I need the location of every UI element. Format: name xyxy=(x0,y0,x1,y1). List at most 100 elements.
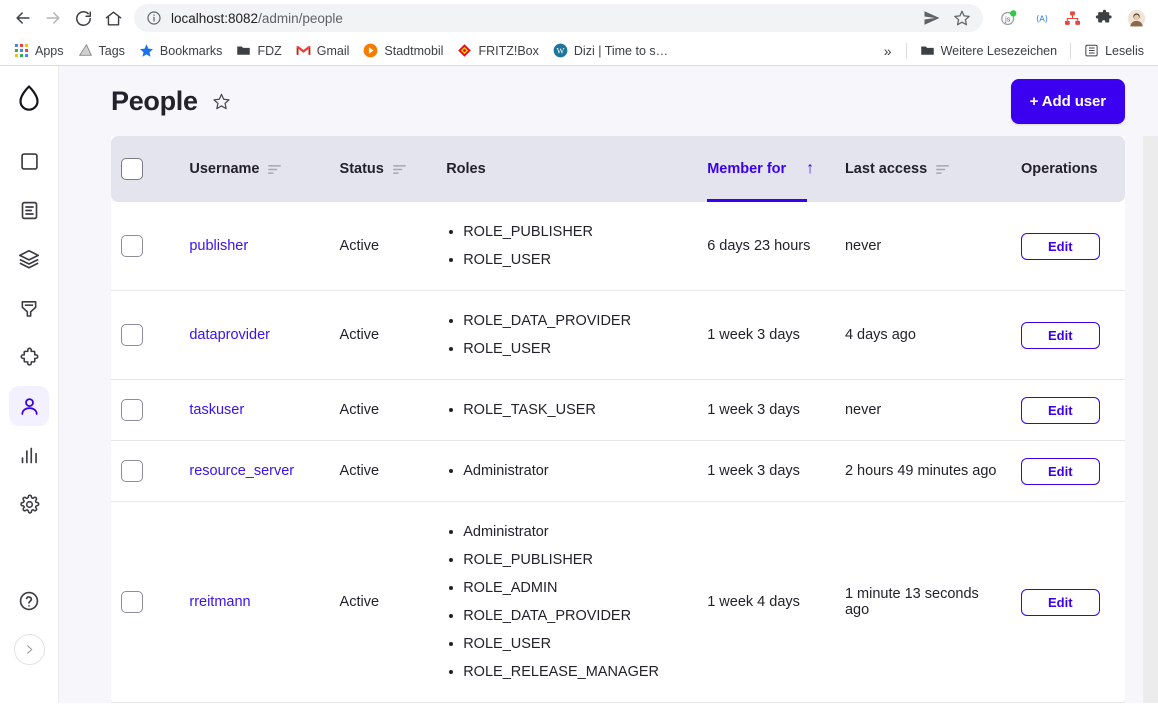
sidebar-item-configuration[interactable] xyxy=(9,484,49,524)
roles-list: Administrator xyxy=(446,457,687,485)
main-region: People + Add user Username Status Roles … xyxy=(59,66,1158,703)
url-path: /admin/people xyxy=(258,10,343,26)
puzzle-icon xyxy=(20,347,38,366)
sort-icon[interactable] xyxy=(392,164,407,175)
reload-button[interactable] xyxy=(68,3,98,33)
table-row: taskuser Active ROLE_TASK_USER 1 week 3 day… xyxy=(111,379,1125,441)
home-button[interactable] xyxy=(98,3,128,33)
row-checkbox[interactable] xyxy=(121,591,143,613)
bookmark-apps[interactable]: Apps xyxy=(7,40,71,61)
bookmark-label: Dizi | Time to s… xyxy=(573,43,669,58)
content-scroll-area[interactable]: Username Status Roles Member for ↑ Last … xyxy=(59,136,1158,703)
status-cell: Active xyxy=(329,440,437,502)
role-item: ROLE_ADMIN xyxy=(446,574,687,602)
username-link[interactable]: publisher xyxy=(189,238,248,254)
bookmarks-overflow-button[interactable]: » xyxy=(876,40,900,62)
apps-grid-icon xyxy=(14,43,29,58)
sitemap-extension-icon[interactable] xyxy=(1063,9,1082,28)
sidebar-item-help[interactable] xyxy=(9,581,49,621)
sidebar-expand-button[interactable] xyxy=(13,634,45,665)
reload-icon xyxy=(75,10,91,26)
bookmark-leseliste[interactable]: Leselis xyxy=(1077,40,1151,61)
th-last-access[interactable]: Last access xyxy=(834,136,1012,202)
operations-cell: Edit xyxy=(1011,440,1125,502)
th-member-for-label: Member for xyxy=(707,161,787,177)
bookmark-fritzbox[interactable]: FRITZ!Box xyxy=(450,40,545,61)
sort-icon[interactable] xyxy=(267,164,282,175)
edit-button[interactable]: Edit xyxy=(1021,396,1100,424)
share-icon[interactable] xyxy=(923,9,941,27)
back-button[interactable] xyxy=(8,3,38,33)
address-bar[interactable]: localhost:8082/admin/people xyxy=(134,4,983,32)
sidebar-item-people[interactable] xyxy=(9,386,49,426)
bookmark-label: Gmail xyxy=(316,43,350,58)
role-item: Administrator xyxy=(446,457,687,485)
username-link[interactable]: rreitmann xyxy=(189,594,250,610)
sidebar-item-extend[interactable] xyxy=(9,288,49,328)
username-cell: dataprovider xyxy=(179,290,330,380)
bookmark-label: Weitere Lesezeichen xyxy=(940,43,1058,58)
role-item: ROLE_USER xyxy=(446,335,687,363)
sidebar-item-reports[interactable] xyxy=(9,435,49,475)
puzzle-extensions-icon[interactable] xyxy=(1095,9,1114,28)
bookmark-stadtmobil[interactable]: Stadtmobil xyxy=(356,40,450,61)
bookmark-bookmarks[interactable]: Bookmarks xyxy=(132,40,230,61)
extend-icon xyxy=(21,300,37,317)
sidebar-item-appearance[interactable] xyxy=(9,239,49,279)
bookmark-fdz[interactable]: FDZ xyxy=(229,40,288,61)
axe-extension-icon[interactable]: ⟨A⟩ xyxy=(1031,9,1050,28)
forward-button[interactable] xyxy=(38,3,68,33)
reading-list-icon xyxy=(1085,44,1098,57)
favorite-page-button[interactable] xyxy=(211,90,233,112)
browser-chrome: localhost:8082/admin/people js ⟨A⟩ Apps … xyxy=(0,0,1158,66)
sidebar-item-content[interactable] xyxy=(9,141,49,181)
last-access-cell: 1 minute 13 seconds ago xyxy=(834,501,1012,703)
sidebar-item-modules[interactable] xyxy=(9,337,49,377)
th-status[interactable]: Status xyxy=(329,136,437,202)
bookmark-label: Leselis xyxy=(1105,43,1144,58)
folder-icon xyxy=(920,46,934,55)
row-checkbox[interactable] xyxy=(121,399,143,421)
bookmark-label: FRITZ!Box xyxy=(478,43,539,58)
th-username[interactable]: Username xyxy=(179,136,330,202)
droplet-logo-icon[interactable] xyxy=(14,83,44,113)
row-checkbox[interactable] xyxy=(121,324,143,346)
th-member-for[interactable]: Member for ↑ xyxy=(697,136,835,202)
roles-list: Administrator ROLE_PUBLISHER ROLE_ADMIN ROL… xyxy=(446,518,687,686)
bookmark-tags[interactable]: Tags xyxy=(71,40,132,61)
sidebar-item-structure[interactable] xyxy=(9,190,49,230)
wordpress-icon: W xyxy=(553,43,568,58)
page-scrollbar[interactable] xyxy=(1143,66,1158,703)
row-select-cell xyxy=(111,440,180,502)
row-checkbox[interactable] xyxy=(121,460,143,482)
last-access-cell: 2 hours 49 minutes ago xyxy=(834,440,1012,502)
row-checkbox[interactable] xyxy=(121,235,143,257)
star-outline-icon xyxy=(213,93,230,109)
reports-icon xyxy=(21,447,37,463)
omnibox-actions xyxy=(923,9,977,27)
star-icon xyxy=(139,44,153,57)
bookmark-gmail[interactable]: Gmail xyxy=(289,40,357,61)
username-link[interactable]: taskuser xyxy=(189,402,244,418)
application-viewport: People + Add user Username Status Roles … xyxy=(0,66,1158,703)
username-link[interactable]: resource_server xyxy=(189,463,294,479)
edit-button[interactable]: Edit xyxy=(1021,232,1100,260)
bookmark-weitere-lesezeichen[interactable]: Weitere Lesezeichen xyxy=(913,40,1065,61)
edit-button[interactable]: Edit xyxy=(1021,321,1100,349)
edit-button[interactable]: Edit xyxy=(1021,457,1100,485)
sort-icon[interactable] xyxy=(935,164,950,175)
sort-ascending-icon[interactable]: ↑ xyxy=(806,161,814,177)
add-user-button[interactable]: + Add user xyxy=(1010,78,1125,124)
edit-button[interactable]: Edit xyxy=(1021,588,1100,616)
arrow-right-icon xyxy=(46,12,60,24)
profile-avatar-icon[interactable] xyxy=(1127,9,1146,28)
js-extension-icon[interactable]: js xyxy=(999,9,1018,28)
info-circle-icon xyxy=(147,11,161,25)
table-row: rreitmann Active Administrator ROLE_PUBLISH… xyxy=(111,501,1125,703)
bookmark-dizi[interactable]: W Dizi | Time to s… xyxy=(546,40,675,61)
select-all-checkbox[interactable] xyxy=(121,158,143,180)
page-title: People xyxy=(111,85,198,116)
username-link[interactable]: dataprovider xyxy=(189,327,270,343)
document-icon xyxy=(21,201,37,219)
star-outline-icon[interactable] xyxy=(953,9,971,27)
